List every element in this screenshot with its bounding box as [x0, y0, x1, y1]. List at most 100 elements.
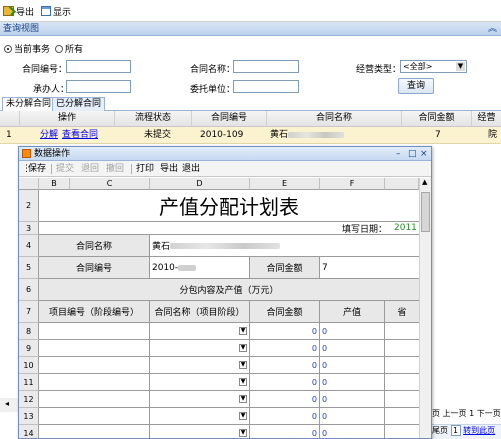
- dropdown-arrow-icon[interactable]: ▼: [239, 429, 247, 437]
- undertaker-input[interactable]: [66, 80, 131, 93]
- last-page-button[interactable]: 尾页: [432, 426, 448, 435]
- amount-cell[interactable]: 0: [250, 340, 320, 357]
- table-row[interactable]: 1 分解 查看合同 未提交 2010-109 黄石 7 院: [0, 127, 501, 144]
- submit-button[interactable]: 提交: [56, 161, 74, 177]
- project-no-cell[interactable]: [39, 408, 150, 425]
- dropdown-arrow-icon[interactable]: ▼: [239, 327, 247, 335]
- extra-cell[interactable]: [385, 408, 419, 425]
- save-button[interactable]: 保存: [28, 161, 46, 177]
- amount-cell[interactable]: 0: [250, 374, 320, 391]
- return-button[interactable]: 退回: [81, 161, 99, 177]
- extra-cell[interactable]: [385, 391, 419, 408]
- row-header[interactable]: 8: [19, 323, 39, 340]
- output-value-cell[interactable]: 0: [320, 323, 385, 340]
- goto-page-link[interactable]: 转到此页: [463, 426, 495, 435]
- grid-header-contract-name[interactable]: 合同名称: [267, 111, 402, 127]
- contract-name-input[interactable]: [233, 60, 299, 73]
- project-name-cell[interactable]: ▼: [150, 323, 250, 340]
- contract-amount-cell-value[interactable]: 7: [320, 257, 419, 279]
- tab-undecomposed[interactable]: 未分解合同: [2, 97, 56, 112]
- amount-cell[interactable]: 0: [250, 357, 320, 374]
- row-header[interactable]: 7: [19, 301, 39, 323]
- col-header-c[interactable]: C: [70, 178, 150, 190]
- close-icon[interactable]: ×: [420, 147, 428, 161]
- scrollbar-thumb[interactable]: [421, 192, 430, 232]
- grid-header-status[interactable]: 流程状态: [115, 111, 192, 127]
- tab-decomposed[interactable]: 已分解合同: [52, 97, 106, 111]
- exit-button[interactable]: 退出: [182, 161, 200, 177]
- grid-header-amount[interactable]: 合同金额: [402, 111, 472, 127]
- amount-cell[interactable]: 0: [250, 391, 320, 408]
- collapse-icon[interactable]: ︽: [488, 22, 497, 36]
- business-type-select[interactable]: <全部> ▼: [400, 60, 467, 73]
- extra-cell[interactable]: [385, 374, 419, 391]
- print-button[interactable]: 打印: [136, 161, 154, 177]
- row-header[interactable]: 4: [19, 235, 39, 257]
- decompose-link[interactable]: 分解: [40, 127, 58, 144]
- project-no-cell[interactable]: [39, 374, 150, 391]
- row-header[interactable]: 12: [19, 391, 39, 408]
- minimize-icon[interactable]: –: [396, 147, 401, 161]
- extra-cell[interactable]: [385, 323, 419, 340]
- output-value-cell[interactable]: 0: [320, 425, 385, 438]
- row-header[interactable]: 2: [19, 190, 39, 222]
- project-name-cell[interactable]: ▼: [150, 357, 250, 374]
- project-no-cell[interactable]: [39, 391, 150, 408]
- main-scroll-left[interactable]: ◂: [0, 398, 20, 412]
- project-no-cell[interactable]: [39, 357, 150, 374]
- col-header-e[interactable]: E: [250, 178, 320, 190]
- project-name-cell[interactable]: ▼: [150, 425, 250, 438]
- extra-cell[interactable]: [385, 340, 419, 357]
- radio-current-affairs[interactable]: 当前事务: [4, 42, 50, 55]
- amount-cell[interactable]: 0: [250, 408, 320, 425]
- project-name-cell[interactable]: ▼: [150, 408, 250, 425]
- amount-cell[interactable]: 0: [250, 323, 320, 340]
- maximize-icon[interactable]: □: [408, 147, 417, 161]
- output-value-cell[interactable]: 0: [320, 391, 385, 408]
- row-header[interactable]: 14: [19, 425, 39, 438]
- row-header[interactable]: 11: [19, 374, 39, 391]
- project-name-cell[interactable]: ▼: [150, 391, 250, 408]
- project-no-cell[interactable]: [39, 340, 150, 357]
- row-header[interactable]: 5: [19, 257, 39, 279]
- output-value-cell[interactable]: 0: [320, 408, 385, 425]
- output-value-cell[interactable]: 0: [320, 340, 385, 357]
- withdraw-button[interactable]: 撤回: [106, 161, 124, 177]
- row-header[interactable]: 10: [19, 357, 39, 374]
- project-name-cell[interactable]: ▼: [150, 340, 250, 357]
- amount-cell[interactable]: 0: [250, 425, 320, 438]
- row-header[interactable]: 6: [19, 279, 39, 301]
- contract-no-cell-value[interactable]: 2010-: [150, 257, 250, 279]
- project-no-cell[interactable]: [39, 425, 150, 438]
- row-header[interactable]: 9: [19, 340, 39, 357]
- col-header-d[interactable]: D: [150, 178, 250, 190]
- dropdown-arrow-icon[interactable]: ▼: [239, 378, 247, 386]
- entrust-unit-input[interactable]: [233, 80, 299, 93]
- search-button[interactable]: 查询: [398, 78, 434, 94]
- grid-header-business[interactable]: 经营: [472, 111, 501, 127]
- grid-header-action[interactable]: 操作: [20, 111, 115, 127]
- dropdown-arrow-icon[interactable]: ▼: [239, 361, 247, 369]
- export-dialog-button[interactable]: 导出: [160, 161, 178, 177]
- pager-line[interactable]: 页 上一页 1 下一页: [432, 408, 501, 422]
- contract-name-cell-value[interactable]: 黄石: [150, 235, 419, 257]
- project-name-cell[interactable]: ▼: [150, 374, 250, 391]
- col-header-f[interactable]: F: [320, 178, 385, 190]
- extra-cell[interactable]: [385, 425, 419, 438]
- row-header[interactable]: 3: [19, 222, 39, 235]
- output-value-cell[interactable]: 0: [320, 374, 385, 391]
- dropdown-arrow-icon[interactable]: ▼: [239, 412, 247, 420]
- col-header-g[interactable]: [385, 178, 419, 190]
- show-button[interactable]: 显示: [41, 4, 71, 18]
- row-header[interactable]: 13: [19, 408, 39, 425]
- vertical-scrollbar[interactable]: ▲: [419, 178, 431, 438]
- dialog-titlebar[interactable]: 数据操作 – □ ×: [19, 147, 431, 161]
- project-no-cell[interactable]: [39, 323, 150, 340]
- scroll-up-icon[interactable]: ▲: [422, 178, 427, 186]
- grid-header-contract-no[interactable]: 合同编号: [192, 111, 267, 127]
- dropdown-arrow-icon[interactable]: ▼: [239, 395, 247, 403]
- output-value-cell[interactable]: 0: [320, 357, 385, 374]
- dropdown-arrow-icon[interactable]: ▼: [239, 344, 247, 352]
- view-contract-link[interactable]: 查看合同: [62, 127, 98, 144]
- radio-all[interactable]: 所有: [55, 42, 83, 55]
